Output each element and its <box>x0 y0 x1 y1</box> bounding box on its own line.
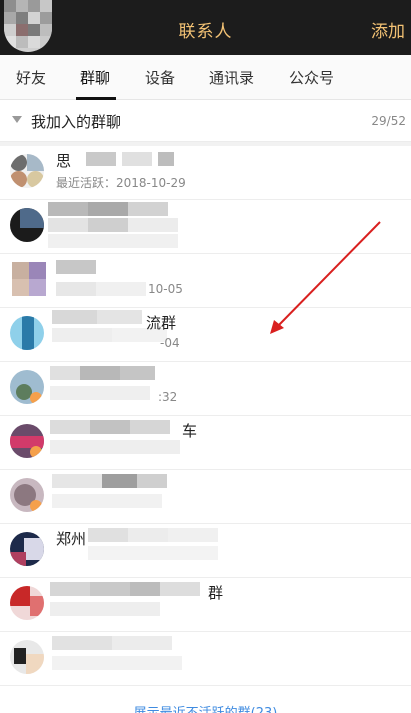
section-label: 我加入的群聊 <box>31 113 122 131</box>
tab-devices[interactable]: 设备 <box>145 67 175 88</box>
group-name: 流群 <box>146 314 177 332</box>
list-item[interactable]: 群 <box>0 578 411 632</box>
group-avatar <box>10 370 44 404</box>
list-item[interactable]: 10-05 <box>0 254 411 308</box>
group-name: 郑州 <box>56 530 87 548</box>
tab-bar: 好友 群聊 设备 通讯录 公众号 <box>0 55 411 100</box>
group-avatar <box>10 640 44 674</box>
list-item[interactable]: 流群 -04 <box>0 308 411 362</box>
list-item[interactable]: 思 最近活跃：2018-10-29 <box>0 146 411 200</box>
list-item[interactable] <box>0 632 411 686</box>
last-active: 最近活跃：2018-10-29 <box>56 176 186 190</box>
collapse-triangle-icon <box>12 116 22 123</box>
tab-friends[interactable]: 好友 <box>16 67 46 88</box>
joined-groups-header[interactable]: 我加入的群聊 29/52 <box>0 100 411 142</box>
group-avatar <box>10 424 44 458</box>
group-avatar <box>10 478 44 512</box>
show-inactive-groups-link[interactable]: 展示最近不活跃的群(23) <box>0 702 411 713</box>
add-button[interactable]: 添加 <box>371 17 405 42</box>
tab-address-book[interactable]: 通讯录 <box>209 67 254 88</box>
redacted-text <box>48 202 198 248</box>
group-name: 车 <box>182 422 198 440</box>
last-active: :32 <box>158 390 178 404</box>
group-avatar <box>10 532 44 566</box>
redacted-text <box>88 528 228 572</box>
redacted-text <box>86 152 186 166</box>
redacted-text <box>52 474 172 518</box>
tab-groups[interactable]: 群聊 <box>80 67 110 88</box>
redacted-text <box>50 366 170 410</box>
list-item[interactable]: :32 <box>0 362 411 416</box>
last-active: -04 <box>160 336 180 350</box>
group-avatar <box>10 316 44 350</box>
list-item[interactable] <box>0 470 411 524</box>
group-avatar <box>10 208 44 242</box>
top-bar: 联系人 添加 <box>0 0 411 55</box>
last-active: 10-05 <box>148 282 183 296</box>
group-avatar <box>12 262 46 296</box>
group-avatar <box>10 154 44 188</box>
redacted-text <box>52 636 192 680</box>
group-avatar <box>10 586 44 620</box>
redacted-text <box>50 420 190 464</box>
redacted-text <box>50 582 210 626</box>
group-name: 群 <box>208 584 224 602</box>
list-item[interactable]: 车 <box>0 416 411 470</box>
tab-official-accounts[interactable]: 公众号 <box>289 67 334 88</box>
list-item[interactable] <box>0 200 411 254</box>
group-name: 思 <box>56 152 72 170</box>
list-item[interactable]: 郑州 <box>0 524 411 578</box>
page-title: 联系人 <box>178 22 233 42</box>
group-count: 29/52 <box>371 114 406 128</box>
